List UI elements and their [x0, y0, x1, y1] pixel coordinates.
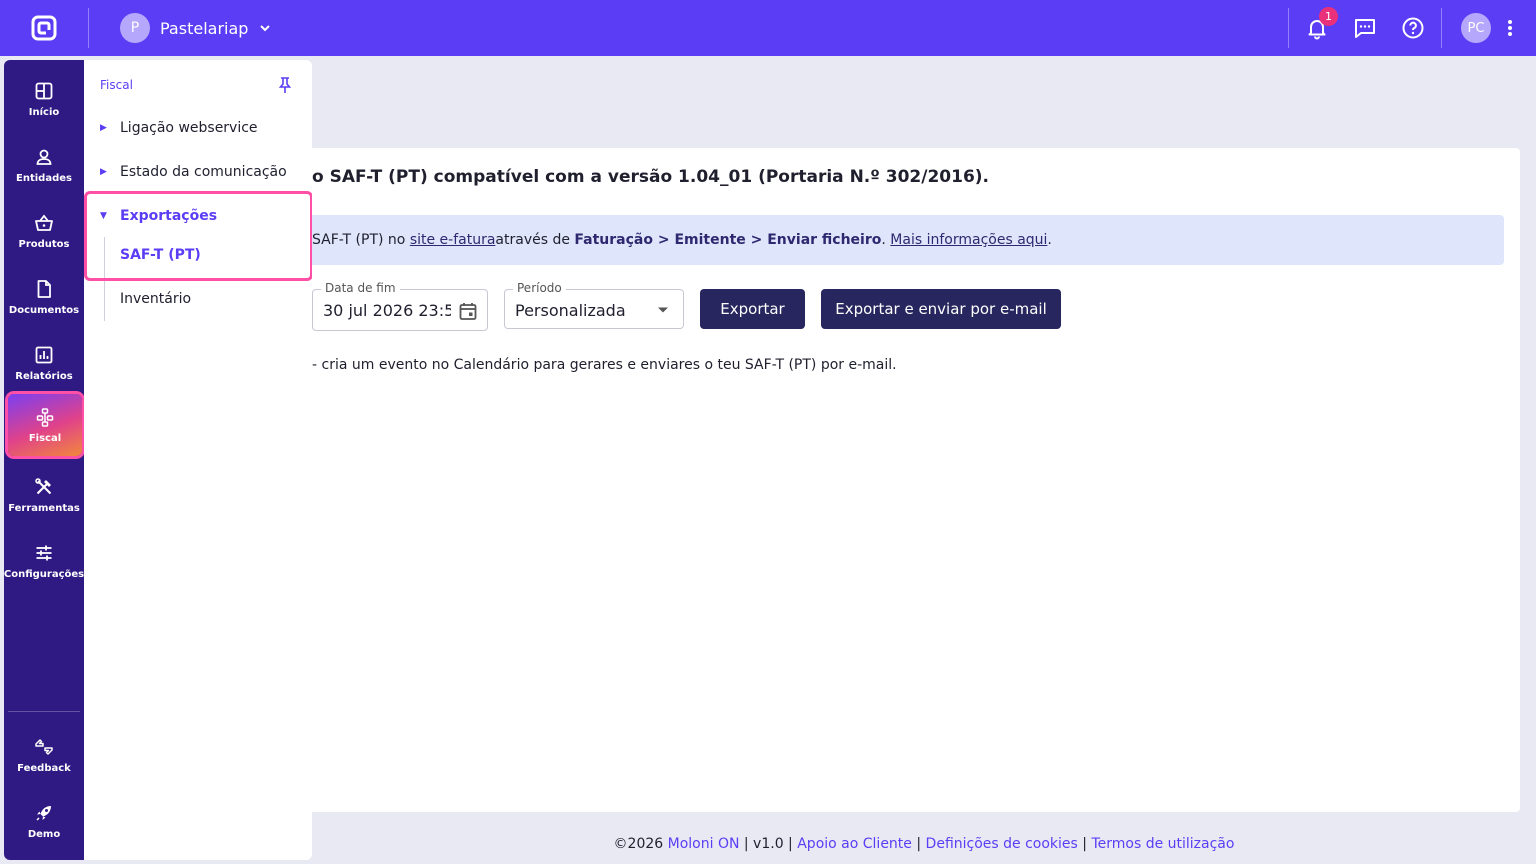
- submenu-item-estado-comunicacao[interactable]: ▶ Estado da comunicação: [100, 157, 300, 187]
- nav-label: Fiscal: [28, 432, 62, 444]
- submenu-item-label: Ligação webservice: [120, 120, 258, 136]
- basket-icon: [35, 214, 53, 231]
- info-text: SAF-T (PT) no: [312, 232, 406, 248]
- submenu-panel: Fiscal ▶ Ligação webservice ▶ Estado da …: [84, 60, 312, 860]
- footer-brand-link[interactable]: Moloni ON: [668, 836, 740, 852]
- chat-icon[interactable]: [1353, 16, 1377, 40]
- nav-label: Início: [28, 106, 60, 118]
- submenu-child-inventario[interactable]: Inventário: [120, 291, 191, 307]
- sliders-icon: [36, 545, 52, 560]
- nav-item-produtos[interactable]: Produtos: [4, 200, 84, 262]
- divider: [1288, 8, 1289, 48]
- info-banner: SAF-T (PT) no site e-fatura através de F…: [312, 215, 1504, 265]
- nav-label: Relatórios: [15, 370, 73, 382]
- document-icon: [37, 279, 51, 298]
- highlight-frame: [84, 191, 313, 281]
- calendar-note: - cria um evento no Calendário para gera…: [312, 357, 897, 373]
- nav-item-entidades[interactable]: Entidades: [4, 134, 84, 196]
- nav-label: Entidades: [16, 172, 72, 184]
- end-date-field[interactable]: Data de fim 30 jul 2026 23:59: [312, 281, 488, 331]
- chart-icon: [35, 346, 53, 363]
- period-select[interactable]: Período Personalizada: [504, 281, 684, 329]
- footer-version: | v1.0 |: [739, 836, 798, 852]
- footer-separator: |: [1077, 836, 1092, 852]
- footer-separator: |: [911, 836, 926, 852]
- moloni-logo-icon[interactable]: [30, 14, 58, 42]
- nav-label: Ferramentas: [8, 502, 80, 514]
- nav-label: Configurações: [3, 568, 85, 580]
- end-date-value: 30 jul 2026 23:59: [323, 301, 451, 320]
- end-date-label: Data de fim: [321, 281, 400, 295]
- tools-icon: [35, 477, 52, 494]
- main-nav-rail: Início Entidades Produtos Documentos Rel…: [4, 60, 84, 860]
- export-button[interactable]: Exportar: [700, 289, 805, 329]
- submenu-title: Fiscal: [100, 78, 133, 92]
- rocket-icon: [36, 805, 51, 821]
- nav-label: Demo: [27, 828, 61, 840]
- caret-right-icon: ▶: [100, 123, 107, 133]
- nav-item-demo[interactable]: Demo: [4, 790, 84, 852]
- divider: [1441, 8, 1442, 48]
- page-heading: o SAF-T (PT) compatível com a versão 1.0…: [312, 167, 989, 187]
- footer-copyright: ©2026: [613, 836, 668, 852]
- person-icon: [36, 149, 52, 165]
- submenu-item-ligacao-webservice[interactable]: ▶ Ligação webservice: [100, 113, 300, 143]
- caret-right-icon: ▶: [100, 167, 107, 177]
- info-text: .: [881, 232, 886, 248]
- nav-item-configuracoes[interactable]: Configurações: [4, 530, 84, 592]
- chevron-down-icon: [260, 25, 271, 32]
- divider: [88, 8, 89, 48]
- footer-support-link[interactable]: Apoio ao Cliente: [797, 836, 912, 852]
- submenu-item-label: Estado da comunicação: [120, 164, 287, 180]
- nav-item-ferramentas[interactable]: Ferramentas: [4, 464, 84, 526]
- help-icon[interactable]: [1401, 16, 1425, 40]
- nav-item-feedback[interactable]: Feedback: [4, 724, 84, 786]
- company-selector[interactable]: P Pastelariap: [120, 13, 272, 43]
- notification-badge: 1: [1319, 7, 1338, 26]
- nav-label: Documentos: [8, 304, 80, 316]
- info-text: através de: [495, 232, 570, 248]
- nav-label: Produtos: [18, 238, 70, 250]
- info-path: Faturação > Emitente > Enviar ficheiro: [574, 232, 882, 248]
- export-email-button[interactable]: Exportar e enviar por e-mail: [821, 289, 1061, 329]
- pin-icon[interactable]: [276, 76, 294, 94]
- nav-item-documentos[interactable]: Documentos: [4, 266, 84, 328]
- nav-item-relatorios[interactable]: Relatórios: [4, 332, 84, 394]
- divider: [8, 711, 80, 712]
- user-avatar[interactable]: PC: [1461, 13, 1491, 43]
- grid-icon: [35, 82, 53, 99]
- footer-terms-link[interactable]: Termos de utilização: [1091, 836, 1234, 852]
- calendar-icon[interactable]: [458, 301, 478, 321]
- footer: ©2026 Moloni ON | v1.0 | Apoio ao Client…: [312, 836, 1536, 852]
- efatura-link[interactable]: site e-fatura: [410, 232, 496, 248]
- nav-item-inicio[interactable]: Início: [4, 68, 84, 130]
- nav-item-fiscal[interactable]: Fiscal: [8, 394, 82, 456]
- nav-label: Feedback: [17, 762, 71, 774]
- company-name: Pastelariap: [160, 18, 249, 38]
- more-vertical-icon[interactable]: [1498, 16, 1522, 40]
- info-text: .: [1047, 232, 1052, 248]
- footer-cookies-link[interactable]: Definições de cookies: [926, 836, 1078, 852]
- period-value: Personalizada: [515, 301, 626, 320]
- feedback-icon: [35, 738, 53, 755]
- fiscal-icon: [36, 407, 54, 427]
- top-bar: P Pastelariap 1 PC: [0, 0, 1536, 56]
- company-avatar: P: [120, 13, 150, 43]
- dropdown-arrow-icon: [658, 307, 668, 313]
- more-info-link[interactable]: Mais informações aqui: [890, 232, 1047, 248]
- period-label: Período: [513, 281, 566, 295]
